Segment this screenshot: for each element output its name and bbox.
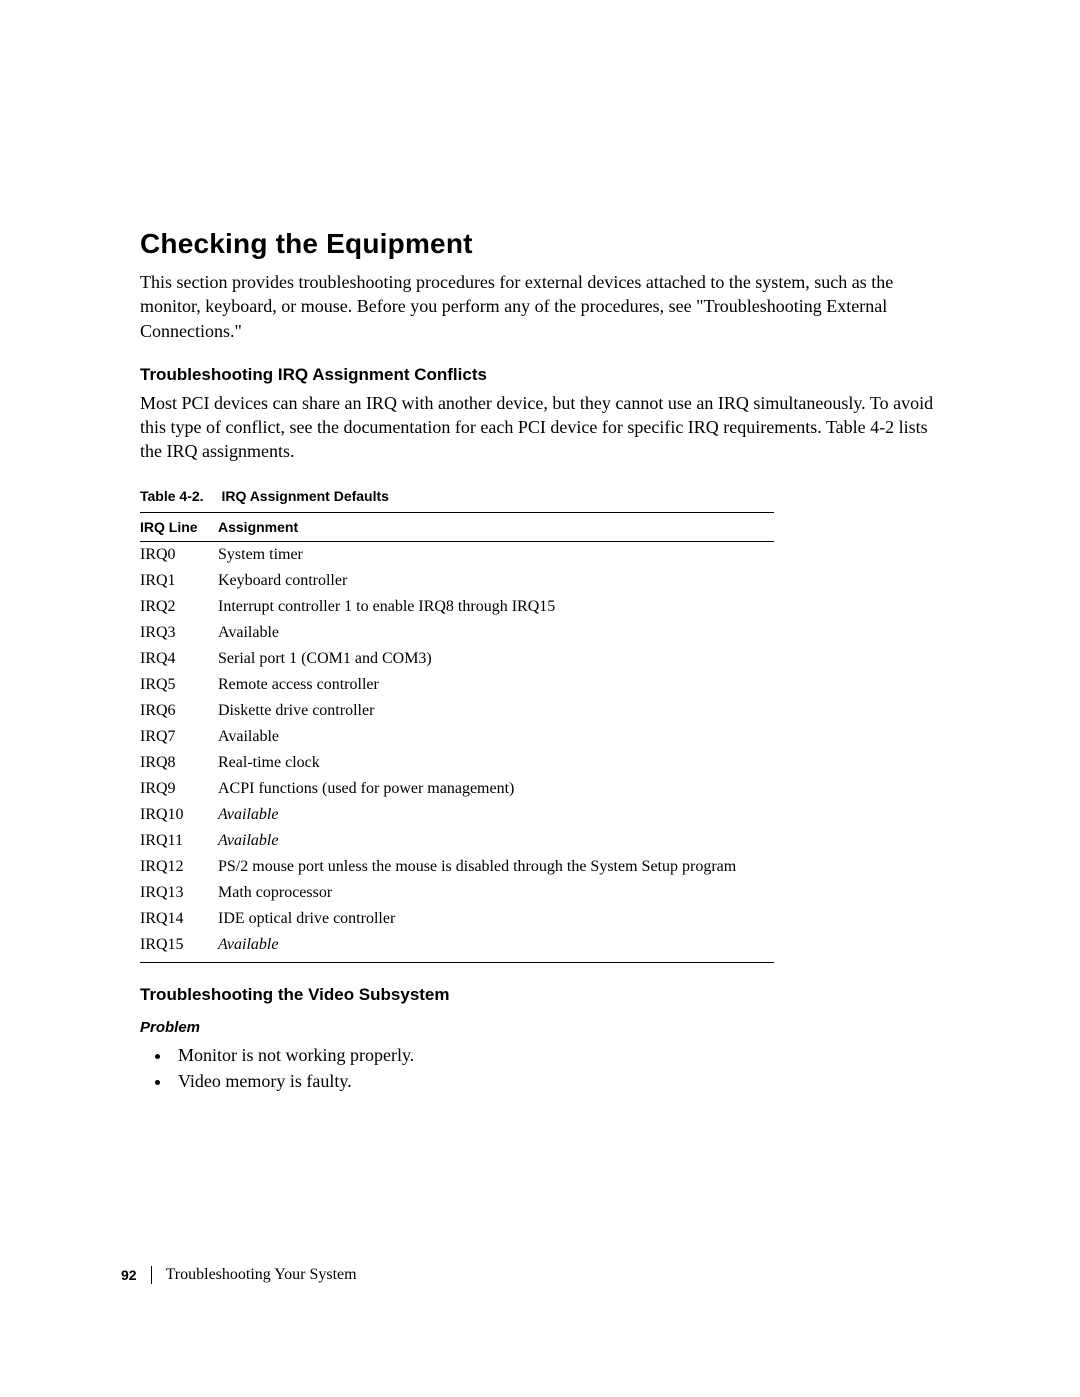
assignment-cell: Available [218,932,774,963]
page-content: Checking the Equipment This section prov… [0,0,1080,1094]
assignment-cell: Available [218,620,774,646]
page-heading: Checking the Equipment [140,228,940,260]
table-row: IRQ1Keyboard controller [140,568,774,594]
table-row: IRQ13Math coprocessor [140,880,774,906]
table-row: IRQ4Serial port 1 (COM1 and COM3) [140,646,774,672]
irq-line-cell: IRQ15 [140,932,218,963]
assignment-cell: PS/2 mouse port unless the mouse is disa… [218,854,774,880]
problem-heading: Problem [140,1019,940,1036]
irq-line-cell: IRQ0 [140,541,218,568]
table-row: IRQ11Available [140,828,774,854]
assignment-cell: System timer [218,541,774,568]
subheading-irq-conflicts: Troubleshooting IRQ Assignment Conflicts [140,365,940,385]
irq-line-cell: IRQ8 [140,750,218,776]
irq-line-cell: IRQ9 [140,776,218,802]
table-row: IRQ6Diskette drive controller [140,698,774,724]
assignment-cell: Diskette drive controller [218,698,774,724]
assignment-cell: Available [218,828,774,854]
irq-line-cell: IRQ7 [140,724,218,750]
irq-paragraph: Most PCI devices can share an IRQ with a… [140,391,940,464]
problem-list: Monitor is not working properly.Video me… [172,1042,940,1094]
assignment-cell: Math coprocessor [218,880,774,906]
irq-line-cell: IRQ14 [140,906,218,932]
assignment-cell: Available [218,802,774,828]
footer-section-title: Troubleshooting Your System [166,1266,357,1284]
page-footer: 92 Troubleshooting Your System [121,1266,357,1284]
table-row: IRQ3Available [140,620,774,646]
intro-paragraph: This section provides troubleshooting pr… [140,270,940,343]
list-item: Video memory is faulty. [172,1068,940,1094]
assignment-cell: Keyboard controller [218,568,774,594]
table-caption: Table 4-2. IRQ Assignment Defaults [140,488,940,504]
irq-line-cell: IRQ12 [140,854,218,880]
table-row: IRQ9ACPI functions (used for power manag… [140,776,774,802]
list-item: Monitor is not working properly. [172,1042,940,1068]
irq-line-cell: IRQ4 [140,646,218,672]
table-row: IRQ10Available [140,802,774,828]
assignment-cell: Real-time clock [218,750,774,776]
table-row: IRQ0System timer [140,541,774,568]
table-row: IRQ5Remote access controller [140,672,774,698]
irq-line-cell: IRQ5 [140,672,218,698]
table-row: IRQ15Available [140,932,774,963]
assignment-cell: ACPI functions (used for power managemen… [218,776,774,802]
irq-line-cell: IRQ2 [140,594,218,620]
irq-line-cell: IRQ11 [140,828,218,854]
irq-line-cell: IRQ6 [140,698,218,724]
assignment-cell: Remote access controller [218,672,774,698]
assignment-cell: Interrupt controller 1 to enable IRQ8 th… [218,594,774,620]
table-row: IRQ14IDE optical drive controller [140,906,774,932]
footer-divider [151,1266,152,1284]
table-row: IRQ7Available [140,724,774,750]
table-caption-label: Table 4-2. [140,488,204,504]
table-row: IRQ8Real-time clock [140,750,774,776]
irq-line-cell: IRQ1 [140,568,218,594]
irq-line-cell: IRQ3 [140,620,218,646]
table-row: IRQ12PS/2 mouse port unless the mouse is… [140,854,774,880]
assignment-cell: IDE optical drive controller [218,906,774,932]
table-caption-title: IRQ Assignment Defaults [221,488,389,504]
table-header-assignment: Assignment [218,512,774,541]
assignment-cell: Available [218,724,774,750]
irq-line-cell: IRQ13 [140,880,218,906]
table-row: IRQ2Interrupt controller 1 to enable IRQ… [140,594,774,620]
irq-table: IRQ Line Assignment IRQ0System timerIRQ1… [140,512,774,963]
table-header-irq: IRQ Line [140,512,218,541]
subheading-video: Troubleshooting the Video Subsystem [140,985,940,1005]
page-number: 92 [121,1267,137,1283]
assignment-cell: Serial port 1 (COM1 and COM3) [218,646,774,672]
irq-line-cell: IRQ10 [140,802,218,828]
